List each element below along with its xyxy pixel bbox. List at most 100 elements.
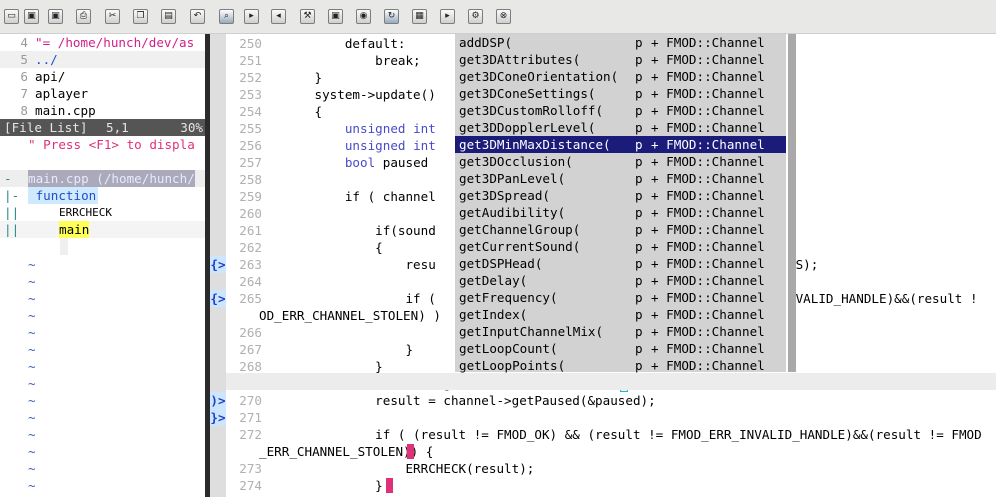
code-line[interactable]: 272 if ( (result != FMOD_OK) && (result … bbox=[210, 426, 996, 443]
completion-item[interactable]: get3DOcclusion(p + FMOD::Channel bbox=[455, 153, 786, 170]
code-line-number: 274 bbox=[239, 478, 262, 493]
save-all-icon[interactable]: ▣ bbox=[48, 9, 63, 24]
completion-item[interactable]: get3DPanLevel(p + FMOD::Channel bbox=[455, 170, 786, 187]
code-line-number: 255 bbox=[239, 121, 262, 136]
help-icon[interactable]: ⊗ bbox=[496, 9, 511, 24]
completion-item[interactable]: getLoopCount(p + FMOD::Channel bbox=[455, 340, 786, 357]
tag-tree-root[interactable]: - main.cpp (/home/hunch/ bbox=[0, 170, 205, 187]
tree-function-group[interactable]: |- function bbox=[0, 187, 205, 204]
completion-class: + FMOD::Channel bbox=[651, 103, 765, 118]
code-line-number: 254 bbox=[239, 104, 262, 119]
file-list-item[interactable]: 5 ../ bbox=[0, 51, 205, 68]
completion-item[interactable]: getLoopPoints(p + FMOD::Channel bbox=[455, 357, 786, 374]
tree-item[interactable]: || main bbox=[0, 221, 205, 238]
completion-name: getAudibility( bbox=[459, 205, 566, 220]
tree-item-label: main bbox=[59, 221, 90, 238]
code-text: result = channel->getPaused(&paused); bbox=[269, 393, 656, 408]
completion-item[interactable]: getCurrentSound(p + FMOD::Channel bbox=[455, 238, 786, 255]
file-list-item-label: "= /home/hunch/dev/as bbox=[35, 35, 195, 50]
tree-marker: - bbox=[4, 171, 12, 186]
completion-item[interactable]: getChannelGroup(p + FMOD::Channel bbox=[455, 221, 786, 238]
code-line-number: 266 bbox=[239, 325, 262, 340]
completion-name: getLoopCount( bbox=[459, 341, 558, 356]
empty-line-tilde: ~ bbox=[28, 274, 36, 289]
completion-item[interactable]: get3DConeSettings(p + FMOD::Channel bbox=[455, 85, 786, 102]
completion-item[interactable]: getInputChannelMix(p + FMOD::Channel bbox=[455, 323, 786, 340]
file-list-item[interactable]: 4 "= /home/hunch/dev/as bbox=[0, 34, 205, 51]
completion-item[interactable]: getIndex(p + FMOD::Channel bbox=[455, 306, 786, 323]
completion-item[interactable]: get3DCustomRolloff(p + FMOD::Channel bbox=[455, 102, 786, 119]
completion-item[interactable]: get3DDopplerLevel(p + FMOD::Channel bbox=[455, 119, 786, 136]
completion-item[interactable]: get3DConeOrientation(p + FMOD::Channel bbox=[455, 68, 786, 85]
code-line-number: 260 bbox=[239, 206, 262, 221]
next-icon[interactable]: ▸ bbox=[440, 9, 455, 24]
status-percent: 30% bbox=[180, 120, 203, 135]
run-icon[interactable]: ◉ bbox=[356, 9, 371, 24]
completion-class: + FMOD::Channel bbox=[651, 324, 765, 339]
completion-popup[interactable]: addDSP(p + FMOD::Channel get3DAttributes(p… bbox=[455, 34, 786, 374]
completion-kind: p bbox=[635, 35, 643, 50]
left-pane: 4 "= /home/hunch/dev/as 5 ../6 api/7 aplayer 8… bbox=[0, 34, 205, 497]
tree-item-label: ERRCHECK bbox=[59, 206, 112, 219]
code-text: ERRCHECK(result); bbox=[269, 461, 535, 476]
code-text: OD_ERR_CHANNEL_STOLEN) ) bbox=[259, 308, 441, 323]
settings-icon[interactable]: ⚙ bbox=[468, 9, 483, 24]
completion-class: + FMOD::Channel bbox=[651, 256, 765, 271]
cut-icon[interactable]: ✂ bbox=[105, 9, 120, 24]
fold-marker[interactable]: )> bbox=[210, 392, 226, 409]
completion-item[interactable]: getAudibility(p + FMOD::Channel bbox=[455, 204, 786, 221]
completion-class: + FMOD::Channel bbox=[651, 341, 765, 356]
file-list-item[interactable]: 8 main.cpp bbox=[0, 102, 205, 119]
completion-item[interactable]: getDSPHead(p + FMOD::Channel bbox=[455, 255, 786, 272]
completion-item[interactable]: get3DMinMaxDistance(p + FMOD::Channel bbox=[455, 136, 786, 153]
code-text: { bbox=[269, 240, 383, 255]
table-icon[interactable]: ▦ bbox=[412, 9, 427, 24]
file-list-item[interactable]: 6 api/ bbox=[0, 68, 205, 85]
code-line[interactable]: 271 bbox=[210, 409, 996, 426]
code-line-number: 258 bbox=[239, 172, 262, 187]
code-line[interactable]: _ERR_CHANNEL_STOLEN)) { bbox=[210, 443, 996, 460]
make-icon[interactable]: ▣ bbox=[328, 9, 343, 24]
line-number: 5 bbox=[20, 52, 28, 67]
code-line-number: 264 bbox=[239, 274, 262, 289]
print-icon[interactable]: ⎙ bbox=[76, 9, 91, 24]
tree-bar: || bbox=[4, 222, 20, 237]
shell-icon[interactable]: ↻ bbox=[384, 9, 399, 24]
line-number: 6 bbox=[20, 69, 28, 84]
paste-icon[interactable]: ▤ bbox=[161, 9, 176, 24]
completion-class: + FMOD::Channel bbox=[651, 307, 765, 322]
completion-name: get3DCustomRolloff( bbox=[459, 103, 604, 118]
file-list-item[interactable]: 7 aplayer bbox=[0, 85, 205, 102]
save-icon[interactable]: ▣ bbox=[24, 9, 39, 24]
find-icon[interactable]: ⌕ bbox=[219, 9, 234, 24]
back-icon[interactable]: ◂ bbox=[271, 9, 286, 24]
completion-kind: p bbox=[635, 222, 643, 237]
forward-icon[interactable]: ▸ bbox=[244, 9, 259, 24]
status-name: [File List] bbox=[4, 120, 88, 135]
completion-class: + FMOD::Channel bbox=[651, 290, 765, 305]
completion-item[interactable]: getFrequency(p + FMOD::Channel bbox=[455, 289, 786, 306]
completion-item[interactable]: getDelay(p + FMOD::Channel bbox=[455, 272, 786, 289]
fold-marker[interactable]: }> bbox=[210, 409, 226, 426]
open-icon[interactable]: ▭ bbox=[4, 9, 19, 24]
completion-item[interactable]: get3DSpread(p + FMOD::Channel bbox=[455, 187, 786, 204]
completion-scrollbar[interactable] bbox=[788, 34, 796, 372]
code-text: } bbox=[269, 342, 414, 357]
tree-item[interactable]: || ERRCHECK bbox=[0, 204, 205, 221]
code-line[interactable]: 274 } bbox=[210, 477, 996, 494]
code-text: bool paused bbox=[344, 155, 429, 170]
code-line[interactable]: 273 ERRCHECK(result); bbox=[210, 460, 996, 477]
code-line[interactable]: 270 result = channel->getPaused(&paused)… bbox=[210, 392, 996, 409]
build-icon[interactable]: ⚒ bbox=[300, 9, 315, 24]
fold-marker[interactable]: {> bbox=[210, 290, 226, 307]
copy-icon[interactable]: ❐ bbox=[133, 9, 148, 24]
completion-item[interactable]: addDSP(p + FMOD::Channel bbox=[455, 34, 786, 51]
empty-line-tilde: ~ bbox=[28, 393, 36, 408]
completion-class: + FMOD::Channel bbox=[651, 137, 765, 152]
fold-marker[interactable]: {> bbox=[210, 256, 226, 273]
empty-line-tilde: ~ bbox=[28, 359, 36, 374]
completion-class: + FMOD::Channel bbox=[651, 205, 765, 220]
undo-icon[interactable]: ↶ bbox=[190, 9, 205, 24]
keyword: unsigned int bbox=[344, 121, 436, 136]
completion-item[interactable]: get3DAttributes(p + FMOD::Channel bbox=[455, 51, 786, 68]
